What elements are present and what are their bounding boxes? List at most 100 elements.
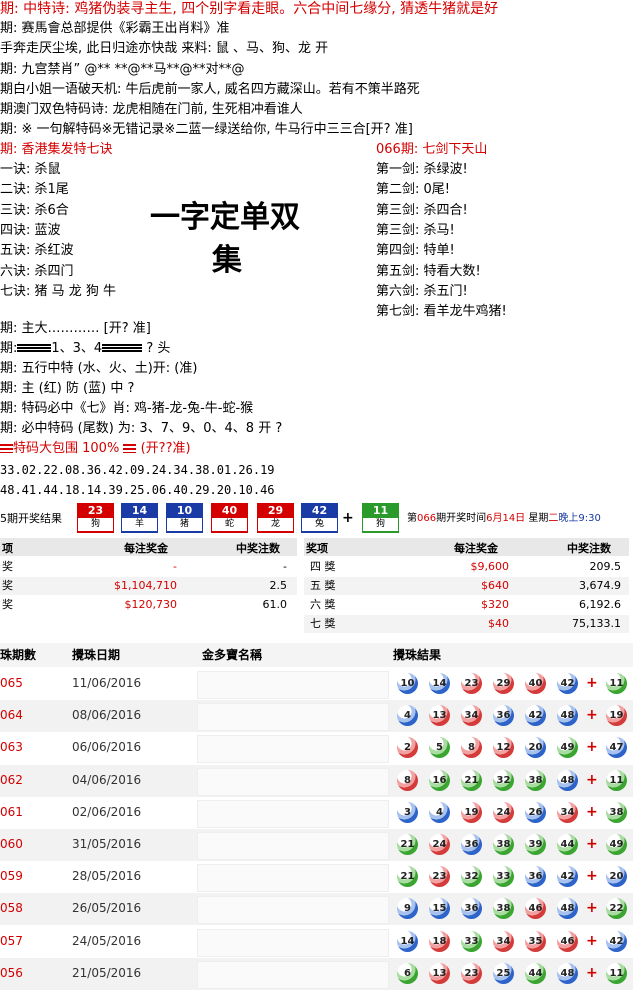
prize-cell: 61.0	[262, 598, 288, 611]
mid-line-g-tail: (开??准)	[140, 441, 191, 456]
draw-id-link[interactable]: 059	[0, 869, 23, 883]
jackpot-name-cell	[197, 960, 389, 989]
left-verdict-item: 一诀: 杀鼠	[0, 162, 61, 177]
result-ball: 8	[461, 737, 482, 759]
result-ball: 24	[493, 801, 514, 823]
right-sword-item: 第一剑: 杀绿波!	[376, 162, 468, 177]
prize-table-left: 项 每注奖金 中奖注数 奖 - - 奖 $1,104,710 2.5 奖 $120,730 61…	[0, 538, 297, 633]
prize-row: 五 獎 $640 3,674.9	[304, 577, 629, 595]
prize-cell: 2.5	[269, 579, 288, 592]
next-date: 6月14日	[486, 513, 526, 524]
mid-line-b-mid: 1、3、4	[51, 341, 103, 356]
prize-left-h0: 项	[2, 542, 13, 555]
prize-cell: 七 獎	[310, 617, 336, 630]
draw-ball-number: 29	[267, 504, 284, 517]
special-result-ball: 19	[606, 705, 627, 727]
draw-date: 26/05/2016	[72, 901, 142, 916]
table-row: 062 04/06/2016 8 16 21 32 38 48 +11	[0, 764, 633, 797]
next-day: 二	[548, 513, 559, 524]
result-ball: 34	[493, 930, 514, 952]
prize-row: 奖 $1,104,710 2.5	[0, 577, 297, 595]
result-ball: 49	[557, 737, 578, 759]
mid-line-e: 期: 特码必中《七》肖: 鸡-猪-龙-兔-牛-蛇-猴	[0, 401, 254, 416]
result-ball: 38	[493, 898, 514, 920]
result-ball: 48	[557, 769, 578, 791]
result-ball: 23	[461, 962, 482, 984]
result-ball: 38	[525, 769, 546, 791]
next-week: 星期	[525, 513, 549, 524]
special-result-ball: 38	[606, 801, 627, 823]
mid-line-g: 特码大包围 100% (开??准)	[0, 440, 191, 458]
draw-ball-number: 23	[87, 504, 104, 517]
draw-id-link[interactable]: 062	[0, 773, 23, 787]
prize-right-h0: 奖项	[306, 542, 328, 555]
draw-ball-chip: 29 龙	[257, 503, 294, 533]
result-ball: 5	[429, 737, 450, 759]
prize-cell: $9,600	[470, 560, 510, 573]
special-result-ball: 11	[606, 769, 627, 791]
header-line-1: 期: 中特诗: 鸡猪伪装寻主生, 四个别字看走眼。六合中间七缘分, 猜透牛猪就是…	[0, 1, 499, 17]
result-ball: 13	[429, 705, 450, 727]
prize-row: 四 獎 $9,600 209.5	[304, 558, 629, 576]
history-h-date: 攪珠日期	[72, 648, 121, 662]
draw-id-link[interactable]: 058	[0, 901, 23, 915]
draw-ball-chip: 23 狗	[77, 503, 114, 533]
prize-cell: 3,674.9	[579, 579, 621, 592]
result-ball: 3	[397, 801, 418, 823]
mid-line-d: 期: 主 (红) 防 (蓝) 中 ?	[0, 381, 135, 396]
special-result-ball: 20	[606, 866, 627, 888]
prize-cell: 四 獎	[310, 560, 336, 573]
draw-id-link[interactable]: 056	[0, 966, 23, 980]
draw-id-link[interactable]: 057	[0, 934, 23, 948]
draw-ball-zodiac: 猪	[167, 518, 202, 531]
plus-icon: +	[586, 836, 598, 852]
draw-ball-zodiac: 羊	[122, 518, 157, 531]
header-line-2: 期: 赛馬會总部提供《彩霸王出肖料》准	[0, 21, 230, 36]
table-row: 060 31/05/2016 21 24 36 38 39 44 +49	[0, 829, 633, 861]
jackpot-name-cell	[197, 735, 389, 764]
result-ball: 2	[397, 737, 418, 759]
special-result-ball: 47	[606, 737, 627, 759]
result-ball: 9	[397, 898, 418, 920]
table-row: 059 28/05/2016 21 23 32 33 36 42 +20	[0, 861, 633, 893]
draw-id-link[interactable]: 065	[0, 676, 23, 690]
prize-left-h2: 中奖注数	[236, 542, 280, 555]
result-ball: 16	[429, 769, 450, 791]
mid-line-i: 48.41.44.18.14.39.25.06.40.29.20.10.46	[0, 483, 275, 497]
table-row: 065 11/06/2016 10 14 23 29 40 42 +11	[0, 668, 633, 700]
plus-icon: +	[586, 868, 598, 885]
special-result-ball: 11	[606, 673, 627, 694]
prize-cell: 奖	[2, 560, 13, 573]
right-sword-item: 第五剑: 特看大数!	[376, 263, 481, 279]
flag-icon	[0, 444, 13, 453]
plus-icon: +	[586, 964, 598, 981]
result-ball: 24	[429, 834, 450, 855]
header-line-5: 期白小姐一语破天机: 牛后虎前一家人, 威名四方藏深山。若有不策半路死	[0, 82, 420, 97]
draw-label: 5期开奖结果	[0, 512, 62, 525]
draw-id-link[interactable]: 060	[0, 837, 23, 851]
prize-right-h2: 中奖注数	[567, 542, 611, 555]
result-ball: 14	[429, 673, 450, 694]
special-ball-number: 11	[372, 504, 389, 517]
draw-id-link[interactable]: 064	[0, 708, 23, 722]
left-verdict-item: 五诀: 杀红波	[0, 243, 74, 259]
left-verdict-item: 三诀: 杀6合	[0, 202, 69, 218]
draw-date: 11/06/2016	[72, 676, 142, 690]
center-big-char: 集	[212, 243, 242, 278]
jackpot-name-cell	[197, 832, 389, 860]
draw-date: 02/06/2016	[72, 804, 142, 819]
draw-id-link[interactable]: 063	[0, 740, 23, 754]
result-ball: 13	[429, 962, 450, 984]
left-verdict-item: 四诀: 蓝波	[0, 222, 61, 238]
header-line-6: 期澳门双色特码诗: 龙虎相随在门前, 生死相冲看谁人	[0, 102, 303, 117]
result-ball: 40	[525, 673, 546, 694]
draw-id-link[interactable]: 061	[0, 805, 23, 819]
next-time: 晚上9:30	[558, 513, 601, 524]
result-ball: 32	[461, 866, 482, 888]
prize-cell: $40	[488, 617, 509, 630]
prize-row: 六 獎 $320 6,192.6	[304, 596, 629, 614]
result-ball: 42	[525, 705, 546, 727]
result-ball: 8	[397, 769, 418, 791]
jackpot-name-cell	[197, 928, 389, 957]
prize-cell: $1,104,710	[114, 579, 177, 592]
